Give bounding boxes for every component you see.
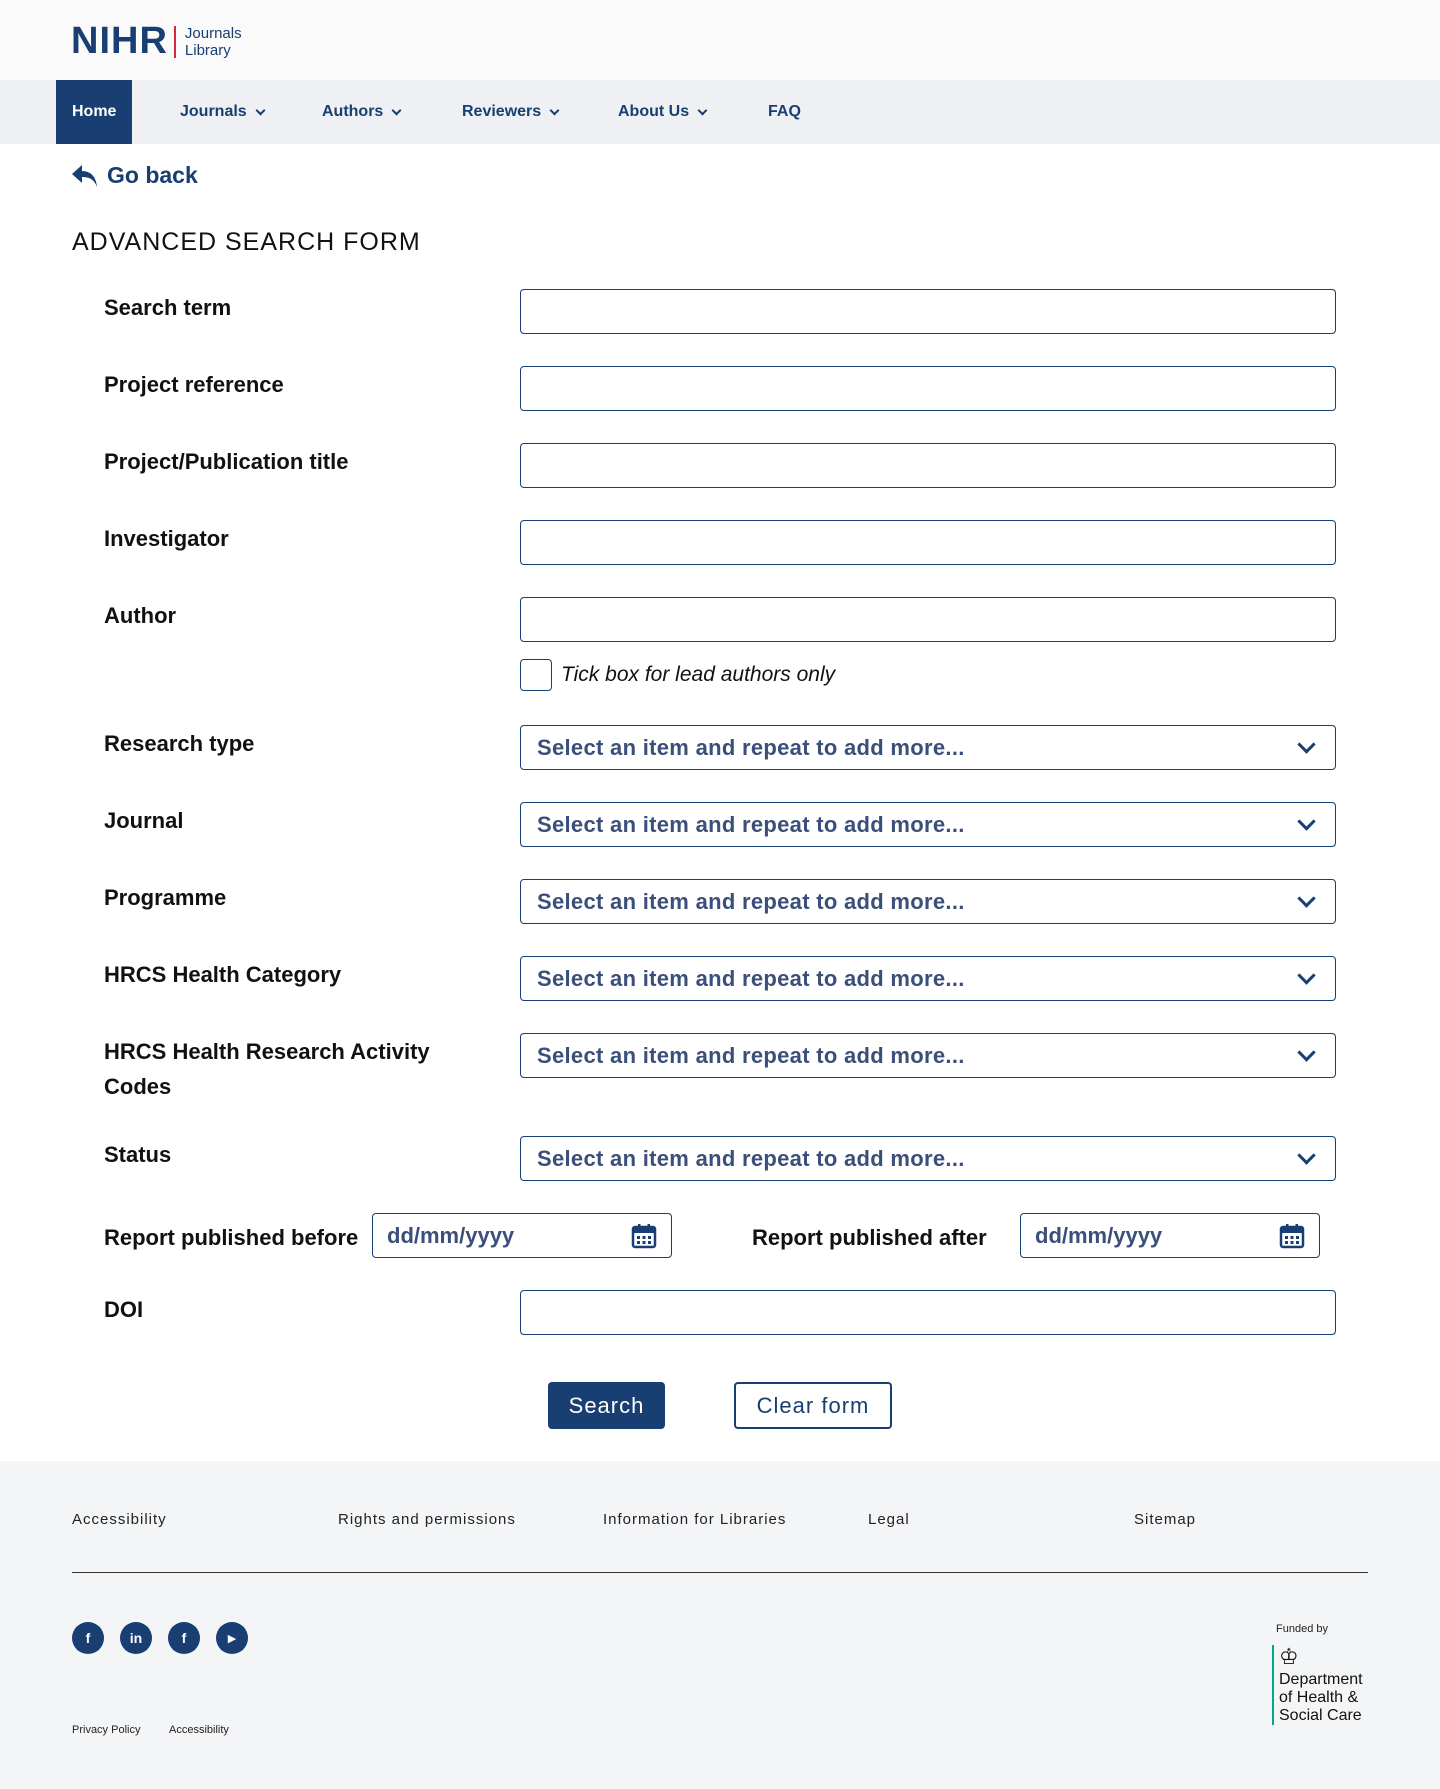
dhsc-line3: Social Care <box>1279 1707 1362 1724</box>
nihr-logo[interactable]: NIHR Journals Library <box>71 20 242 63</box>
royal-crest-icon: ♔ <box>1279 1644 1299 1669</box>
chevron-down-icon <box>1297 1043 1316 1062</box>
nav-item-home[interactable]: Home <box>56 80 133 144</box>
main-nav: Home Journals Authors Reviewers About Us… <box>0 80 1440 144</box>
funded-by-label: Funded by <box>1276 1623 1328 1635</box>
chevron-down-icon <box>1297 1146 1316 1165</box>
journal-label: Journal <box>104 808 184 833</box>
nav-item-label: Journals <box>180 103 247 120</box>
logo-subtitle: Journals Library <box>185 25 242 59</box>
hrcs-activity-label: HRCS Health Research Activity Codes <box>104 1034 430 1104</box>
search-term-input[interactable] <box>520 289 1336 334</box>
lead-authors-label: Tick box for lead authors only <box>561 663 836 686</box>
go-back-link[interactable]: Go back <box>71 162 198 189</box>
page-title: ADVANCED SEARCH FORM <box>72 228 421 256</box>
project-reference-label: Project reference <box>104 372 284 397</box>
journal-select[interactable]: Select an item and repeat to add more... <box>520 802 1336 847</box>
chevron-down-icon <box>549 105 560 115</box>
investigator-input[interactable] <box>520 520 1336 565</box>
footer-link-libraries[interactable]: Information for Libraries <box>603 1511 786 1528</box>
research-type-select[interactable]: Select an item and repeat to add more... <box>520 725 1336 770</box>
status-select[interactable]: Select an item and repeat to add more... <box>520 1136 1336 1181</box>
nav-item-label: Reviewers <box>462 103 542 120</box>
nav-item-about-us[interactable]: About Us <box>618 80 708 144</box>
logo-divider <box>173 25 176 58</box>
published-before-date-input[interactable]: dd/mm/yyyy <box>372 1213 672 1258</box>
logo-brand: NIHR <box>71 20 168 62</box>
select-placeholder: Select an item and repeat to add more... <box>537 1042 965 1068</box>
doi-label: DOI <box>104 1297 144 1322</box>
chevron-down-icon <box>1297 966 1316 985</box>
dhsc-line2: of Health & <box>1279 1689 1359 1706</box>
published-before-label: Report published before <box>104 1225 359 1250</box>
publication-title-input[interactable] <box>520 443 1336 488</box>
published-after-date-input[interactable]: dd/mm/yyyy <box>1020 1213 1320 1258</box>
search-term-label: Search term <box>104 295 232 320</box>
select-placeholder: Select an item and repeat to add more... <box>537 965 965 991</box>
dhsc-logo[interactable]: ♔ Department of Health & Social Care <box>1272 1645 1363 1725</box>
published-after-label: Report published after <box>752 1225 987 1250</box>
clear-form-button[interactable]: Clear form <box>734 1382 892 1429</box>
select-placeholder: Select an item and repeat to add more... <box>537 888 965 914</box>
chevron-down-icon <box>1297 735 1316 754</box>
youtube-icon[interactable]: ▶ <box>216 1622 248 1654</box>
bottom-accessibility-link[interactable]: Accessibility <box>169 1724 229 1736</box>
search-button[interactable]: Search <box>548 1382 665 1429</box>
programme-label: Programme <box>104 885 227 910</box>
hrcs-category-label: HRCS Health Category <box>104 962 342 987</box>
nav-item-faq[interactable]: FAQ <box>768 80 801 144</box>
nav-item-reviewers[interactable]: Reviewers <box>462 80 560 144</box>
date-placeholder: dd/mm/yyyy <box>387 1222 515 1248</box>
hrcs-activity-label-line2: Codes <box>104 1074 172 1099</box>
lead-authors-checkbox[interactable] <box>520 659 552 691</box>
doi-input[interactable] <box>520 1290 1336 1335</box>
date-placeholder: dd/mm/yyyy <box>1035 1222 1163 1248</box>
calendar-icon[interactable] <box>1279 1223 1305 1249</box>
facebook-icon[interactable]: f <box>72 1622 104 1654</box>
linkedin-icon[interactable]: in <box>120 1622 152 1654</box>
footer-divider <box>72 1572 1368 1573</box>
select-placeholder: Select an item and repeat to add more... <box>537 734 965 760</box>
footer-link-legal[interactable]: Legal <box>868 1511 910 1528</box>
nav-item-authors[interactable]: Authors <box>322 80 402 144</box>
chevron-down-icon <box>391 105 402 115</box>
author-input[interactable] <box>520 597 1336 642</box>
hrcs-activity-label-line1: HRCS Health Research Activity <box>104 1039 430 1064</box>
logo-subtitle-line1: Journals <box>184 24 242 42</box>
chevron-down-icon <box>255 105 266 115</box>
logo-subtitle-line2: Library <box>184 41 231 59</box>
hrcs-category-select[interactable]: Select an item and repeat to add more... <box>520 956 1336 1001</box>
main-content: Go back ADVANCED SEARCH FORM Search term… <box>0 144 1440 1461</box>
nav-item-label: Authors <box>322 103 384 120</box>
site-header: NIHR Journals Library <box>0 0 1440 80</box>
programme-select[interactable]: Select an item and repeat to add more... <box>520 879 1336 924</box>
status-label: Status <box>104 1142 172 1167</box>
nav-item-journals[interactable]: Journals <box>180 80 266 144</box>
footer-link-sitemap[interactable]: Sitemap <box>1134 1511 1196 1528</box>
hrcs-activity-select[interactable]: Select an item and repeat to add more... <box>520 1033 1336 1078</box>
site-footer: Accessibility Rights and permissions Inf… <box>0 1461 1440 1789</box>
project-reference-input[interactable] <box>520 366 1336 411</box>
nav-item-label: FAQ <box>768 103 801 120</box>
chevron-down-icon <box>697 105 708 115</box>
calendar-icon[interactable] <box>631 1223 657 1249</box>
select-placeholder: Select an item and repeat to add more... <box>537 811 965 837</box>
dhsc-line1: Department <box>1279 1671 1363 1688</box>
facebook-icon[interactable]: f <box>168 1622 200 1654</box>
footer-link-accessibility[interactable]: Accessibility <box>72 1511 167 1528</box>
research-type-label: Research type <box>104 731 255 756</box>
author-label: Author <box>104 603 177 628</box>
go-back-label: Go back <box>107 162 198 188</box>
chevron-down-icon <box>1297 889 1316 908</box>
footer-link-rights[interactable]: Rights and permissions <box>338 1511 516 1528</box>
select-placeholder: Select an item and repeat to add more... <box>537 1145 965 1171</box>
chevron-down-icon <box>1297 812 1316 831</box>
investigator-label: Investigator <box>104 526 229 551</box>
reply-arrow-icon <box>72 164 97 187</box>
nav-item-label: About Us <box>618 103 690 120</box>
publication-title-label: Project/Publication title <box>104 449 349 474</box>
nav-item-label: Home <box>72 103 117 120</box>
privacy-policy-link[interactable]: Privacy Policy <box>72 1724 140 1736</box>
